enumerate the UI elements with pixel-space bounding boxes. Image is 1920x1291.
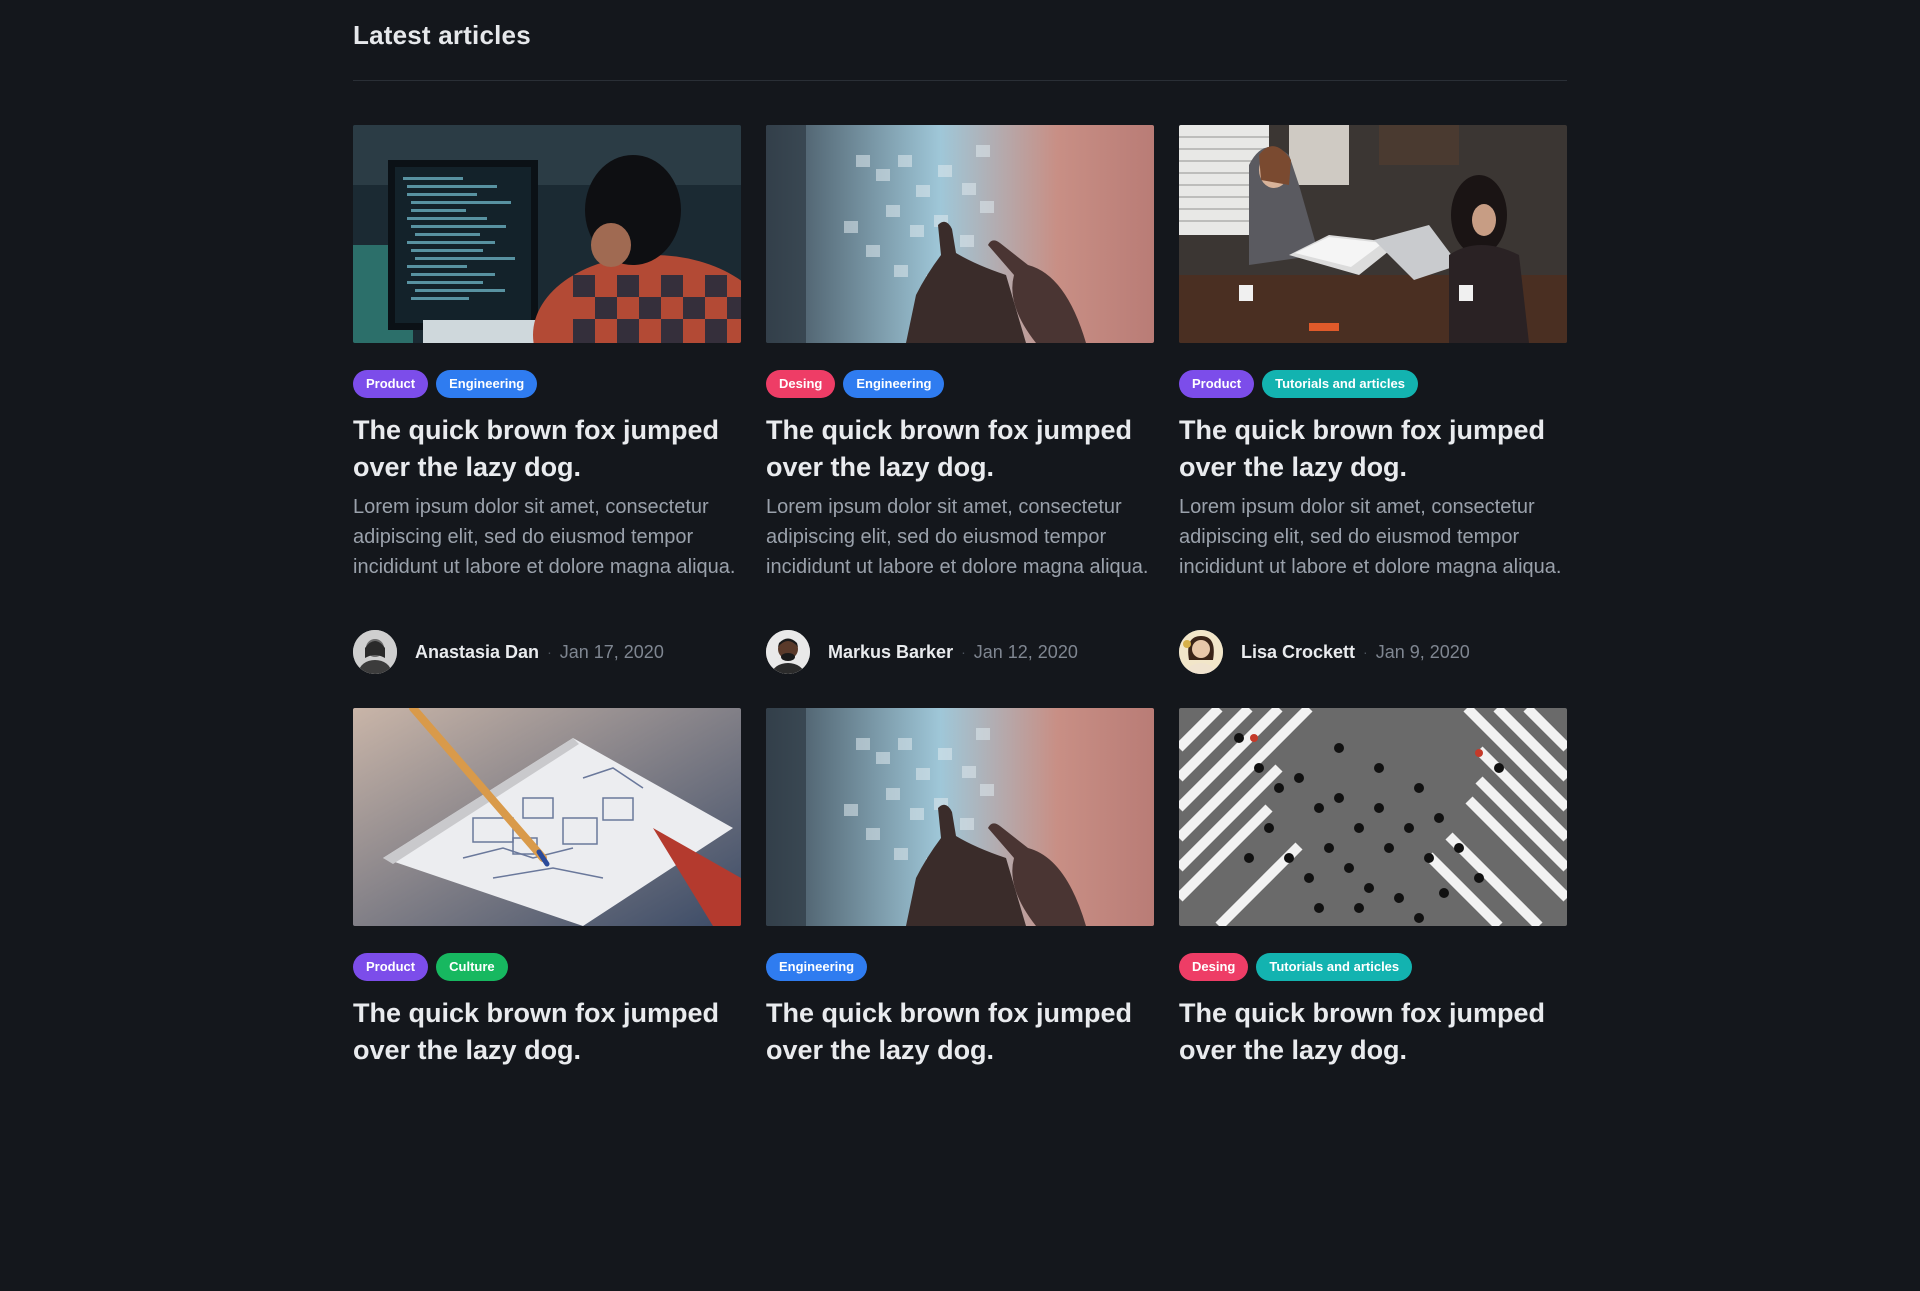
article-image-programmer[interactable] [353, 125, 741, 343]
tag-tutorials[interactable]: Tutorials and articles [1256, 953, 1413, 981]
tag-list: Product Culture [353, 953, 508, 981]
tag-design[interactable]: Desing [1179, 953, 1249, 981]
tag-list: Product Engineering [353, 370, 538, 398]
tag-list: Desing Engineering [766, 370, 945, 398]
article-title[interactable]: The quick brown fox jumped over the lazy… [353, 412, 741, 486]
author-avatar[interactable] [353, 630, 397, 674]
tag-list: Desing Tutorials and articles [1179, 953, 1413, 981]
author-avatar[interactable] [766, 630, 810, 674]
meta-separator: · [547, 644, 552, 660]
article-title[interactable]: The quick brown fox jumped over the lazy… [766, 412, 1154, 486]
author-avatar[interactable] [1179, 630, 1223, 674]
meta-separator: · [1363, 644, 1368, 660]
article-meta: Anastasia Dan · Jan 17, 2020 [353, 630, 664, 674]
article-meta: Markus Barker · Jan 12, 2020 [766, 630, 1078, 674]
tag-culture[interactable]: Culture [436, 953, 508, 981]
article-image-sticky-notes[interactable] [766, 125, 1154, 343]
article-card[interactable]: Product Engineering The quick brown fox … [353, 125, 741, 708]
tag-tutorials[interactable]: Tutorials and articles [1262, 370, 1418, 398]
tag-product[interactable]: Product [353, 370, 429, 398]
publish-date: Jan 9, 2020 [1375, 641, 1470, 662]
articles-grid: Product Engineering The quick brown fox … [353, 125, 1567, 1291]
meta-separator: · [961, 644, 966, 660]
article-image-crosswalk[interactable] [1179, 708, 1567, 926]
article-title[interactable]: The quick brown fox jumped over the lazy… [353, 995, 741, 1069]
author-name[interactable]: Markus Barker [828, 642, 953, 663]
tag-engineering[interactable]: Engineering [436, 370, 538, 398]
publish-date: Jan 17, 2020 [559, 641, 664, 662]
article-card[interactable]: Product Culture The quick brown fox jump… [353, 708, 741, 1291]
publish-date: Jan 12, 2020 [973, 641, 1078, 662]
tag-list: Engineering [766, 953, 868, 981]
article-image-women-laptops[interactable] [1179, 125, 1567, 343]
article-image-sketch-notebook[interactable] [353, 708, 741, 926]
article-excerpt: Lorem ipsum dolor sit amet, consectetur … [766, 496, 1149, 578]
section-divider [353, 80, 1567, 81]
article-title[interactable]: The quick brown fox jumped over the lazy… [1179, 995, 1567, 1069]
article-excerpt: Lorem ipsum dolor sit amet, consectetur … [353, 496, 736, 578]
tag-engineering[interactable]: Engineering [843, 370, 945, 398]
tag-product[interactable]: Product [1179, 370, 1255, 398]
author-name[interactable]: Lisa Crockett [1241, 642, 1355, 663]
article-excerpt: Lorem ipsum dolor sit amet, consectetur … [1179, 496, 1562, 578]
author-name[interactable]: Anastasia Dan [415, 642, 539, 663]
article-image-sticky-notes[interactable] [766, 708, 1154, 926]
article-card[interactable]: Desing Engineering The quick brown fox j… [766, 125, 1154, 708]
tag-engineering[interactable]: Engineering [766, 953, 868, 981]
article-card[interactable]: Desing Tutorials and articles The quick … [1179, 708, 1567, 1291]
article-card[interactable]: Product Tutorials and articles The quick… [1179, 125, 1567, 708]
section-title: Latest articles [353, 20, 531, 50]
article-title[interactable]: The quick brown fox jumped over the lazy… [1179, 412, 1567, 486]
article-meta: Lisa Crockett · Jan 9, 2020 [1179, 630, 1470, 674]
article-card[interactable]: Engineering The quick brown fox jumped o… [766, 708, 1154, 1291]
article-title[interactable]: The quick brown fox jumped over the lazy… [766, 995, 1154, 1069]
tag-product[interactable]: Product [353, 953, 429, 981]
tag-design[interactable]: Desing [766, 370, 836, 398]
tag-list: Product Tutorials and articles [1179, 370, 1418, 398]
